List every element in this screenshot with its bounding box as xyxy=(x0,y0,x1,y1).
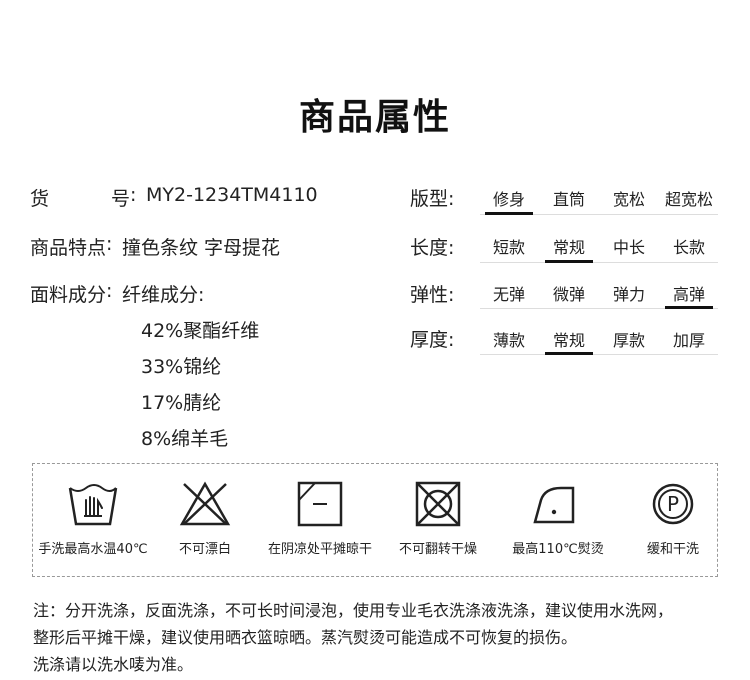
spec-divider xyxy=(480,262,718,263)
spec-selected-marker xyxy=(545,352,593,355)
attr-material-label: 面料成分 xyxy=(30,284,107,306)
spec-label-fit: 版型: xyxy=(410,188,455,210)
care-item: 不可漂白 xyxy=(145,480,265,557)
spec-selected-marker xyxy=(545,260,593,263)
spec-option: 厚款 xyxy=(612,331,645,350)
spec-selected-marker xyxy=(485,212,533,215)
attr-sku-value: MY2-1234TM4110 xyxy=(146,184,318,206)
care-label: 缓和干洗 xyxy=(646,542,699,557)
fiber-item: 33%锦纶 xyxy=(141,356,222,378)
attr-sku: 货 号 : MY2-1234TM4110 xyxy=(30,184,318,211)
attr-material-value: 纤维成分: xyxy=(122,284,205,306)
care-label: 在阴凉处平摊晾干 xyxy=(267,542,372,557)
attr-sku-label: 货 号 xyxy=(30,184,130,211)
iron-110-icon xyxy=(533,486,575,524)
spec-label-thickness: 厚度: xyxy=(410,329,455,351)
care-item: 不可翻转干燥 xyxy=(378,480,498,557)
attr-features: 商品特点 : 撞色条纹 字母提花 xyxy=(30,233,280,260)
attr-features-value: 撞色条纹 字母提花 xyxy=(122,237,281,259)
spec-option: 直筒 xyxy=(552,190,585,209)
dry-clean-p-icon: P xyxy=(652,483,694,525)
spec-label-length: 长度: xyxy=(410,237,455,259)
fiber-item: 42%聚酯纤维 xyxy=(141,320,260,342)
attr-features-label: 商品特点 xyxy=(30,237,107,259)
shade-dry-flat-icon xyxy=(297,481,343,527)
care-label: 最高110℃熨烫 xyxy=(512,542,604,557)
attr-material-colon: : xyxy=(106,280,113,302)
attr-sku-colon: : xyxy=(130,184,137,206)
spec-option: 修身 xyxy=(492,190,525,209)
care-label: 不可翻转干燥 xyxy=(398,542,477,557)
spec-option: 常规 xyxy=(552,331,585,350)
fiber-item: 8%绵羊毛 xyxy=(141,428,229,450)
no-tumble-dry-icon xyxy=(415,481,461,527)
spec-option: 宽松 xyxy=(612,190,645,209)
care-item: 在阴凉处平摊晾干 xyxy=(260,480,380,557)
care-note-line: 洗涤请以洗水唛为准。 xyxy=(33,655,194,674)
spec-option: 微弹 xyxy=(552,285,585,304)
care-item: P 缓和干洗 xyxy=(613,480,733,557)
spec-option: 高弹 xyxy=(672,285,705,304)
fiber-item: 17%腈纶 xyxy=(141,392,222,414)
spec-option: 弹力 xyxy=(612,285,645,304)
spec-option: 短款 xyxy=(492,238,525,257)
spec-option: 中长 xyxy=(612,238,645,257)
attr-sku-label-2: 号 xyxy=(110,188,130,210)
attr-features-colon: : xyxy=(106,233,113,255)
spec-option: 长款 xyxy=(672,238,705,257)
attr-sku-label-1: 货 xyxy=(30,188,50,210)
spec-label-elasticity: 弹性: xyxy=(410,284,455,306)
spec-selected-marker xyxy=(665,306,713,309)
care-note-line: 整形后平摊干燥，建议使用晒衣篮晾晒。蒸汽熨烫可能造成不可恢复的损伤。 xyxy=(33,628,578,647)
no-bleach-icon xyxy=(179,481,231,526)
hand-wash-40-icon xyxy=(68,484,118,526)
spec-option: 加厚 xyxy=(672,331,705,350)
spec-option: 超宽松 xyxy=(664,190,713,209)
spec-option: 常规 xyxy=(552,238,585,257)
svg-text:P: P xyxy=(667,492,679,516)
spec-option: 薄款 xyxy=(492,331,525,350)
page-title: 商品属性 xyxy=(298,97,451,138)
care-note-line: 注：分开洗涤，反面洗涤，不可长时间浸泡，使用专业毛衣洗涤液洗涤，建议使用水洗网， xyxy=(33,601,674,620)
spec-divider xyxy=(480,354,718,355)
attr-material: 面料成分 : 纤维成分: xyxy=(30,280,204,307)
care-label: 不可漂白 xyxy=(178,542,231,557)
care-item: 手洗最高水温40℃ xyxy=(33,480,153,557)
care-item: 最高110℃熨烫 xyxy=(498,480,618,557)
care-instructions-box: 手洗最高水温40℃ 不可漂白 在阴凉处平摊晾干 不可翻转干燥 最高110℃熨烫 xyxy=(32,463,718,577)
care-label: 手洗最高水温40℃ xyxy=(38,542,148,557)
spec-option: 无弹 xyxy=(492,285,525,304)
